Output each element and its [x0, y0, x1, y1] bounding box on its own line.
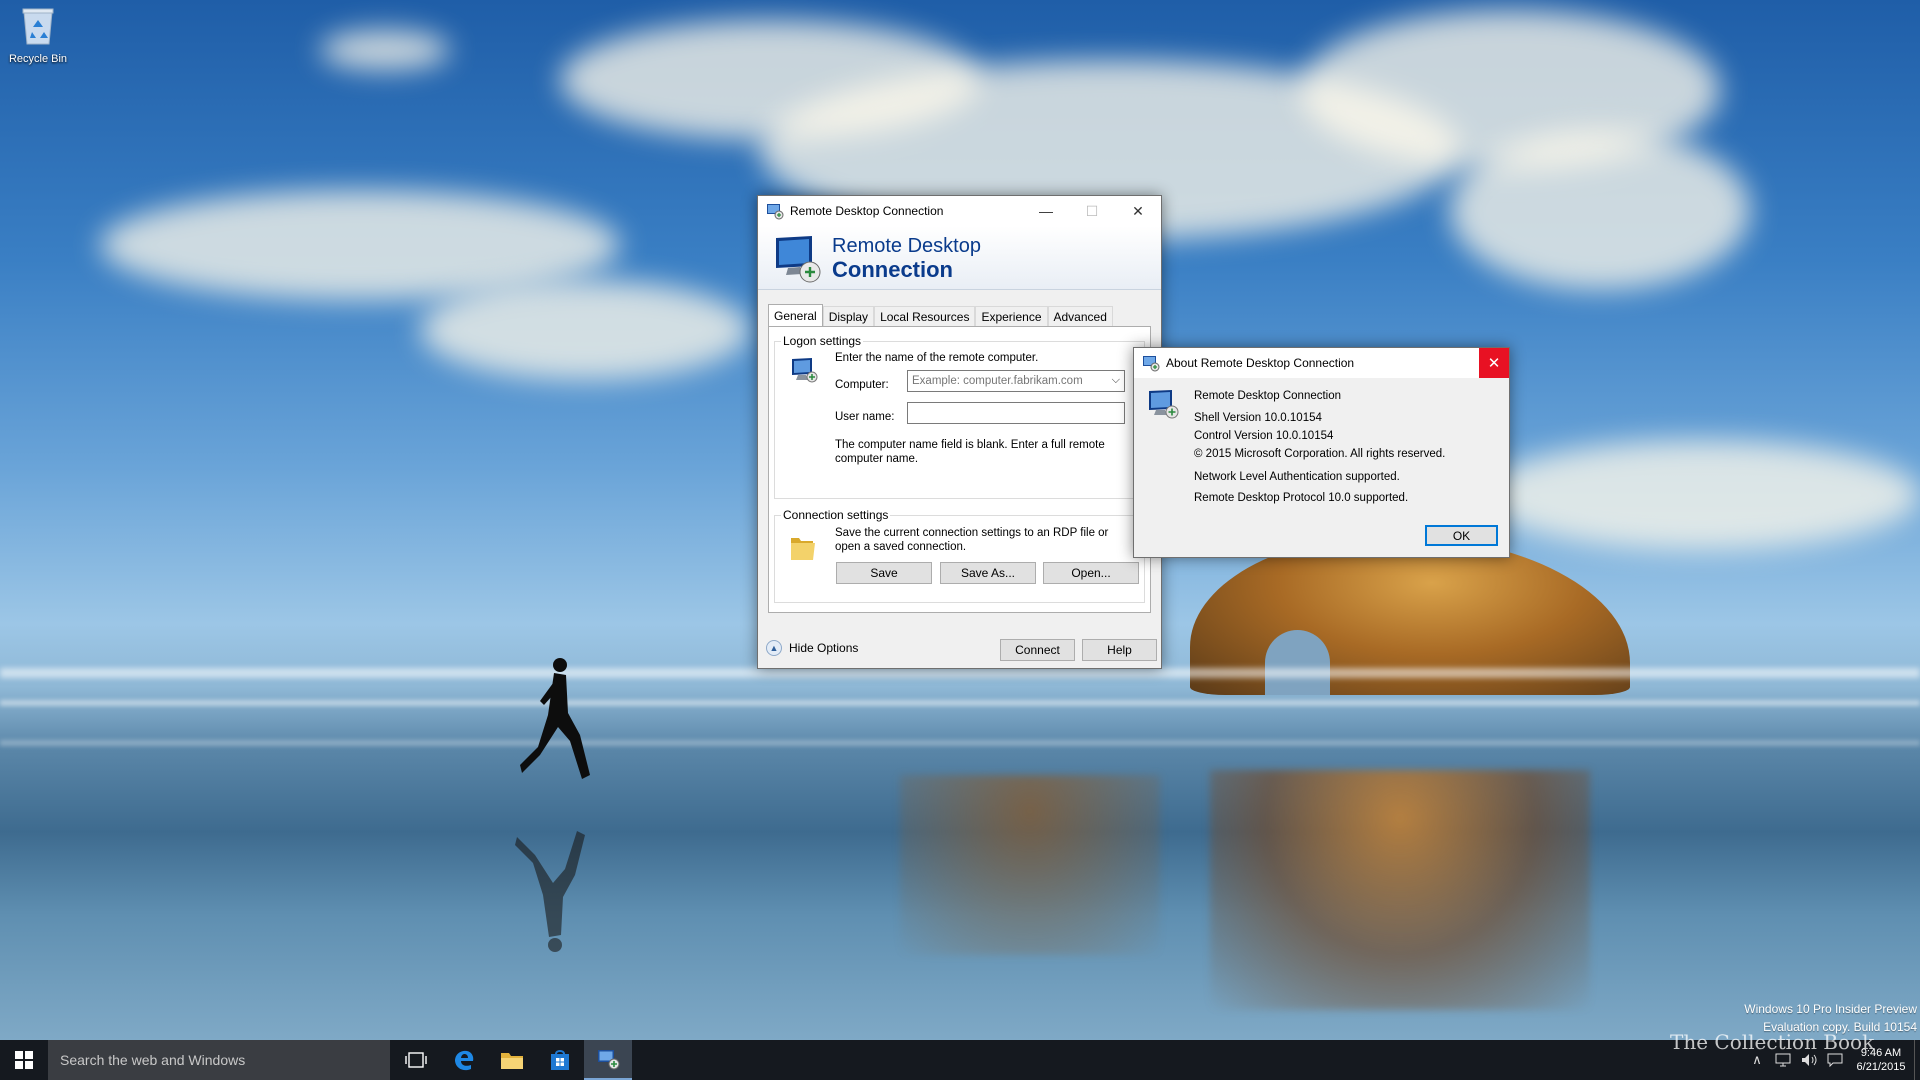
- rock-reflection: [900, 775, 1160, 955]
- maximize-icon: ☐: [1085, 202, 1099, 219]
- chevron-up-icon: ▲: [766, 640, 782, 656]
- store-button[interactable]: [536, 1040, 584, 1080]
- show-desktop-button[interactable]: [1914, 1040, 1920, 1080]
- windows-logo-icon: [15, 1051, 33, 1069]
- remote-desktop-taskbar-button[interactable]: [584, 1040, 632, 1080]
- wave: [0, 700, 1920, 706]
- about-app-name: Remote Desktop Connection: [1194, 390, 1342, 402]
- logon-settings-label: Logon settings: [781, 334, 864, 348]
- rdc-titlebar[interactable]: Remote Desktop Connection — ☐ ✕: [758, 196, 1161, 226]
- shell-version: Shell Version 10.0.10154: [1194, 412, 1322, 424]
- blank-computer-message: The computer name field is blank. Enter …: [835, 439, 1105, 465]
- protocol-support: Remote Desktop Protocol 10.0 supported.: [1194, 492, 1409, 504]
- close-button[interactable]: ✕: [1115, 196, 1161, 226]
- computer-combobox[interactable]: Example: computer.fabrikam.com ⌵: [907, 370, 1125, 392]
- close-icon: ✕: [1132, 202, 1144, 219]
- volume-icon: [1802, 1054, 1817, 1066]
- minimize-button[interactable]: —: [1023, 196, 1069, 226]
- remote-desktop-icon: [598, 1050, 620, 1070]
- cloud: [320, 30, 450, 70]
- watermark-line-1: Windows 10 Pro Insider Preview: [1744, 1002, 1917, 1016]
- runner-silhouette: [520, 658, 590, 779]
- ok-button[interactable]: OK: [1425, 525, 1498, 546]
- rdc-banner: Remote Desktop Connection: [758, 226, 1161, 290]
- maximize-button[interactable]: ☐: [1069, 196, 1115, 226]
- recycle-bin-shortcut[interactable]: Recycle Bin: [6, 6, 70, 65]
- file-explorer-button[interactable]: [488, 1040, 536, 1080]
- logon-settings-group: Logon settings Enter the name of the rem…: [774, 334, 1145, 499]
- about-close-button[interactable]: ✕: [1479, 348, 1509, 378]
- about-titlebar[interactable]: About Remote Desktop Connection ✕: [1134, 348, 1509, 378]
- notification-icon: [1827, 1053, 1843, 1067]
- taskbar: Search the web and Windows ∧ 9:46 AM 6/2…: [0, 1040, 1920, 1080]
- tab-display[interactable]: Display: [822, 306, 875, 326]
- remote-desktop-about-icon: [1149, 390, 1179, 419]
- network-icon: [1775, 1053, 1791, 1067]
- connection-settings-text: Save the current connection settings to …: [835, 527, 1109, 553]
- computer-label: Computer:: [835, 379, 889, 391]
- task-view-button[interactable]: [392, 1040, 440, 1080]
- close-icon: ✕: [1487, 355, 1501, 372]
- rdc-title: Remote Desktop Connection: [790, 204, 944, 218]
- wave: [0, 740, 1920, 746]
- chevron-up-icon: ∧: [1752, 1052, 1762, 1067]
- store-icon: [551, 1050, 569, 1070]
- about-title: About Remote Desktop Connection: [1166, 356, 1355, 370]
- control-version: Control Version 10.0.10154: [1194, 430, 1334, 442]
- brand-watermark: The Collection Book: [1670, 1030, 1875, 1054]
- cloud: [420, 280, 750, 380]
- remote-desktop-large-icon: [776, 236, 821, 283]
- cloud: [1450, 130, 1750, 290]
- minimize-icon: —: [1039, 203, 1053, 219]
- runner-reflection: [515, 831, 585, 952]
- clock-date: 6/21/2015: [1856, 1061, 1906, 1073]
- tab-local-resources[interactable]: Local Resources: [874, 306, 976, 326]
- search-placeholder: Search the web and Windows: [60, 1052, 246, 1068]
- about-dialog: About Remote Desktop Connection ✕ Remote…: [1133, 347, 1510, 558]
- rock-arch: [1265, 630, 1330, 695]
- recycle-bin-label: Recycle Bin: [8, 53, 68, 65]
- tab-experience[interactable]: Experience: [975, 306, 1048, 326]
- remote-desktop-icon: [767, 204, 784, 220]
- nla-support: Network Level Authentication supported.: [1194, 471, 1400, 483]
- tab-advanced[interactable]: Advanced: [1047, 306, 1113, 326]
- task-view-icon: [405, 1052, 427, 1068]
- computer-icon: [792, 358, 818, 383]
- folder-icon: [501, 1053, 523, 1069]
- hide-options-label: Hide Options: [789, 641, 859, 655]
- edge-icon: [455, 1050, 474, 1071]
- general-tab-panel: Logon settings Enter the name of the rem…: [768, 326, 1151, 613]
- save-button[interactable]: Save: [836, 562, 932, 584]
- copyright: © 2015 Microsoft Corporation. All rights…: [1194, 448, 1446, 460]
- computer-placeholder: Example: computer.fabrikam.com: [912, 375, 1083, 387]
- banner-title-line-2: Connection: [832, 257, 953, 282]
- username-field[interactable]: [907, 402, 1125, 424]
- folder-icon: [791, 538, 815, 560]
- connect-button[interactable]: Connect: [1000, 639, 1075, 661]
- rock-reflection: [1210, 770, 1590, 1010]
- remote-desktop-connection-window: Remote Desktop Connection — ☐ ✕ Remote D…: [757, 195, 1162, 669]
- help-button[interactable]: Help: [1082, 639, 1157, 661]
- hide-options-toggle[interactable]: ▲ Hide Options: [766, 640, 858, 656]
- taskbar-search-box[interactable]: Search the web and Windows: [48, 1040, 390, 1080]
- chevron-down-icon[interactable]: ⌵: [1112, 374, 1120, 387]
- edge-button[interactable]: [440, 1040, 488, 1080]
- start-button[interactable]: [0, 1040, 48, 1080]
- open-button[interactable]: Open...: [1043, 562, 1139, 584]
- shoreline: [0, 668, 1920, 678]
- recycle-bin-icon: [22, 8, 54, 45]
- remote-desktop-icon: [1143, 356, 1160, 372]
- username-label: User name:: [835, 411, 895, 423]
- connection-settings-label: Connection settings: [781, 508, 891, 522]
- connection-settings-group: Connection settings Save the current con…: [774, 508, 1145, 603]
- save-as-button[interactable]: Save As...: [940, 562, 1036, 584]
- logon-instruction: Enter the name of the remote computer.: [835, 352, 1039, 364]
- banner-title-line-1: Remote Desktop: [832, 235, 981, 257]
- cloud: [1480, 440, 1920, 550]
- tab-general[interactable]: General: [768, 304, 823, 326]
- rdc-tab-strip: General Display Local Resources Experien…: [768, 304, 1113, 326]
